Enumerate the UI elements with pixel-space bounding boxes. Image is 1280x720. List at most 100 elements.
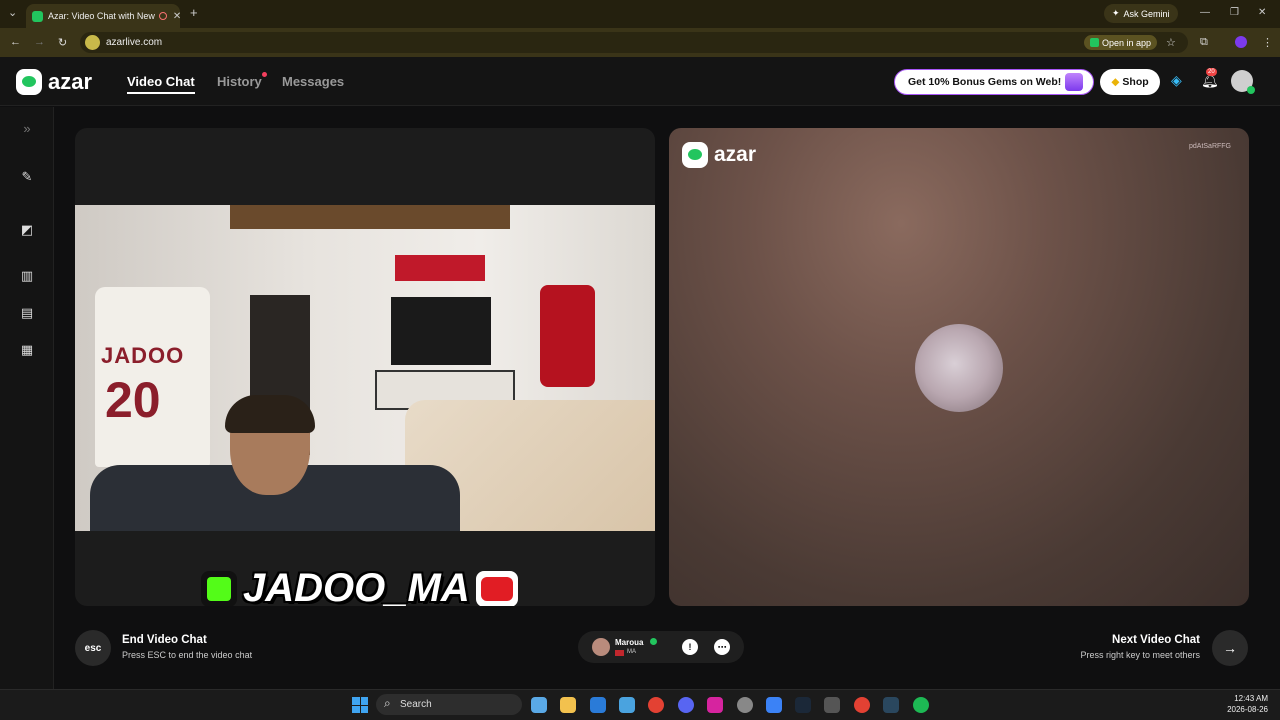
filter-icon[interactable]: ◩ xyxy=(19,222,35,238)
user-avatar[interactable] xyxy=(1231,70,1255,94)
youtube-icon xyxy=(475,570,518,606)
tab-title: Azar: Video Chat with New xyxy=(48,11,155,21)
back-icon[interactable]: ← xyxy=(10,36,21,48)
outlook-icon[interactable] xyxy=(590,697,606,713)
kick-icon xyxy=(201,570,237,606)
gems-balance-icon[interactable]: ◈ xyxy=(1171,72,1182,89)
windows-taskbar xyxy=(0,689,1280,720)
reload-icon[interactable]: ↻ xyxy=(58,36,67,49)
extensions-icon[interactable]: ⧉ xyxy=(1200,36,1208,49)
store-icon[interactable] xyxy=(619,697,635,713)
forward-icon[interactable]: → xyxy=(34,36,45,48)
tab-list-icon[interactable]: ⌄ xyxy=(8,6,17,19)
chrome-active-icon[interactable] xyxy=(854,697,870,713)
clock-time: 12:43 AM xyxy=(1234,694,1268,703)
local-video-panel: JADOO 20 JADOO_MA xyxy=(75,128,655,606)
azar-logo-icon xyxy=(682,142,708,168)
jersey-name: JADOO xyxy=(101,343,185,368)
shop-button[interactable]: ◆ Shop xyxy=(1100,69,1160,95)
browser-tab[interactable]: Azar: Video Chat with New ✕ xyxy=(26,4,180,28)
chat-bubble-icon[interactable]: ⋯ xyxy=(714,639,730,655)
logo-text: azar xyxy=(48,69,93,94)
nav-history[interactable]: History xyxy=(217,74,262,89)
open-in-app-button[interactable]: Open in app xyxy=(1084,35,1158,50)
gift-icon xyxy=(1065,73,1083,91)
remote-logo-text: azar xyxy=(714,143,757,166)
layout-stacked-icon[interactable]: ▤ xyxy=(19,305,35,321)
azar-logo[interactable]: azar xyxy=(16,69,92,95)
taskbar-clock[interactable]: 12:43 AM 2026-08-26 xyxy=(1227,693,1268,715)
end-video-chat-button[interactable]: esc xyxy=(75,630,111,666)
partner-preview-bubble xyxy=(915,324,1003,412)
left-sidebar xyxy=(0,107,54,689)
notification-badge: 20 xyxy=(1206,68,1217,76)
shop-label: Shop xyxy=(1122,76,1149,88)
partner-name: Maroua xyxy=(615,638,644,647)
close-tab-icon[interactable]: ✕ xyxy=(173,11,180,22)
verified-icon xyxy=(650,638,657,645)
taskbar-search[interactable]: Search xyxy=(376,694,522,715)
chrome-icon[interactable] xyxy=(648,697,664,713)
app-icon xyxy=(1090,38,1099,47)
restore-icon[interactable]: ❐ xyxy=(1230,7,1239,18)
layout-side-by-side-icon[interactable]: ▥ xyxy=(19,268,35,284)
ask-gemini-button[interactable]: ✦ Ask Gemini xyxy=(1104,4,1178,23)
ask-gemini-label: Ask Gemini xyxy=(1123,8,1170,19)
partner-avatar[interactable] xyxy=(592,638,610,656)
windows-start-icon[interactable] xyxy=(352,697,368,713)
recording-icon xyxy=(158,12,167,20)
person-hair xyxy=(225,395,315,433)
taskbar-search-label: Search xyxy=(400,699,432,710)
gallery-icon[interactable] xyxy=(531,697,547,713)
television xyxy=(391,297,491,365)
steam-2-icon[interactable] xyxy=(883,697,899,713)
app-icon[interactable] xyxy=(766,697,782,713)
gemini-icon: ✦ xyxy=(1112,8,1120,18)
promo-text: Get 10% Bonus Gems on Web! xyxy=(908,76,1062,88)
gem-icon: ◆ xyxy=(1111,76,1120,88)
photo-shelf xyxy=(230,205,510,229)
address-bar[interactable]: azarlive.com xyxy=(80,32,1188,53)
window-app-icon[interactable] xyxy=(824,697,840,713)
minimize-icon[interactable]: — xyxy=(1200,7,1210,18)
remote-session-id: pdAtSaRFFG xyxy=(1188,143,1231,150)
discord-icon[interactable] xyxy=(678,697,694,713)
jersey-number: 20 xyxy=(105,372,161,428)
watermark-text: JADOO_MA xyxy=(243,566,470,606)
profile-icon[interactable] xyxy=(1235,36,1247,48)
layout-grid-icon[interactable]: ▦ xyxy=(19,342,35,358)
expand-sidebar-icon[interactable]: » xyxy=(19,121,35,137)
azar-favicon-icon xyxy=(32,10,43,22)
report-shield-icon[interactable]: ! xyxy=(682,639,698,655)
end-video-chat-hint: Press ESC to end the video chat xyxy=(122,650,253,660)
remote-video-panel: azar pdAtSaRFFG xyxy=(669,128,1249,606)
menu-icon[interactable]: ⋮ xyxy=(1262,36,1273,49)
file-explorer-icon[interactable] xyxy=(560,697,576,713)
clock-date: 2026-08-26 xyxy=(1227,705,1268,714)
nav-messages[interactable]: Messages xyxy=(282,74,344,89)
history-notification-dot xyxy=(262,72,267,77)
site-info-icon[interactable] xyxy=(85,35,100,50)
nav-video-chat[interactable]: Video Chat xyxy=(127,74,195,94)
bookmark-star-icon[interactable]: ☆ xyxy=(1166,36,1176,49)
effects-wand-icon[interactable]: ✎ xyxy=(19,169,35,185)
close-window-icon[interactable]: ✕ xyxy=(1258,7,1266,18)
partner-country: MA xyxy=(627,649,636,655)
url-text: azarlive.com xyxy=(106,37,163,48)
open-in-app-label: Open in app xyxy=(1102,37,1152,48)
morocco-flag-icon xyxy=(615,650,624,656)
remote-azar-logo: azar xyxy=(682,142,756,168)
next-video-chat-button[interactable]: → xyxy=(1212,630,1248,666)
red-scarf xyxy=(395,255,485,281)
arrow-right-icon: → xyxy=(1223,640,1237,656)
obs-icon[interactable] xyxy=(737,697,753,713)
local-camera-feed: JADOO 20 xyxy=(75,205,655,531)
spotify-icon[interactable] xyxy=(913,697,929,713)
end-video-chat-title: End Video Chat xyxy=(122,634,207,646)
steam-icon[interactable] xyxy=(795,697,811,713)
instagram-icon[interactable] xyxy=(707,697,723,713)
bonus-gems-promo-button[interactable]: Get 10% Bonus Gems on Web! xyxy=(894,69,1094,95)
next-video-chat-title: Next Video Chat xyxy=(1112,634,1200,646)
azar-logo-icon xyxy=(16,69,42,95)
new-tab-button[interactable]: + xyxy=(190,5,198,20)
